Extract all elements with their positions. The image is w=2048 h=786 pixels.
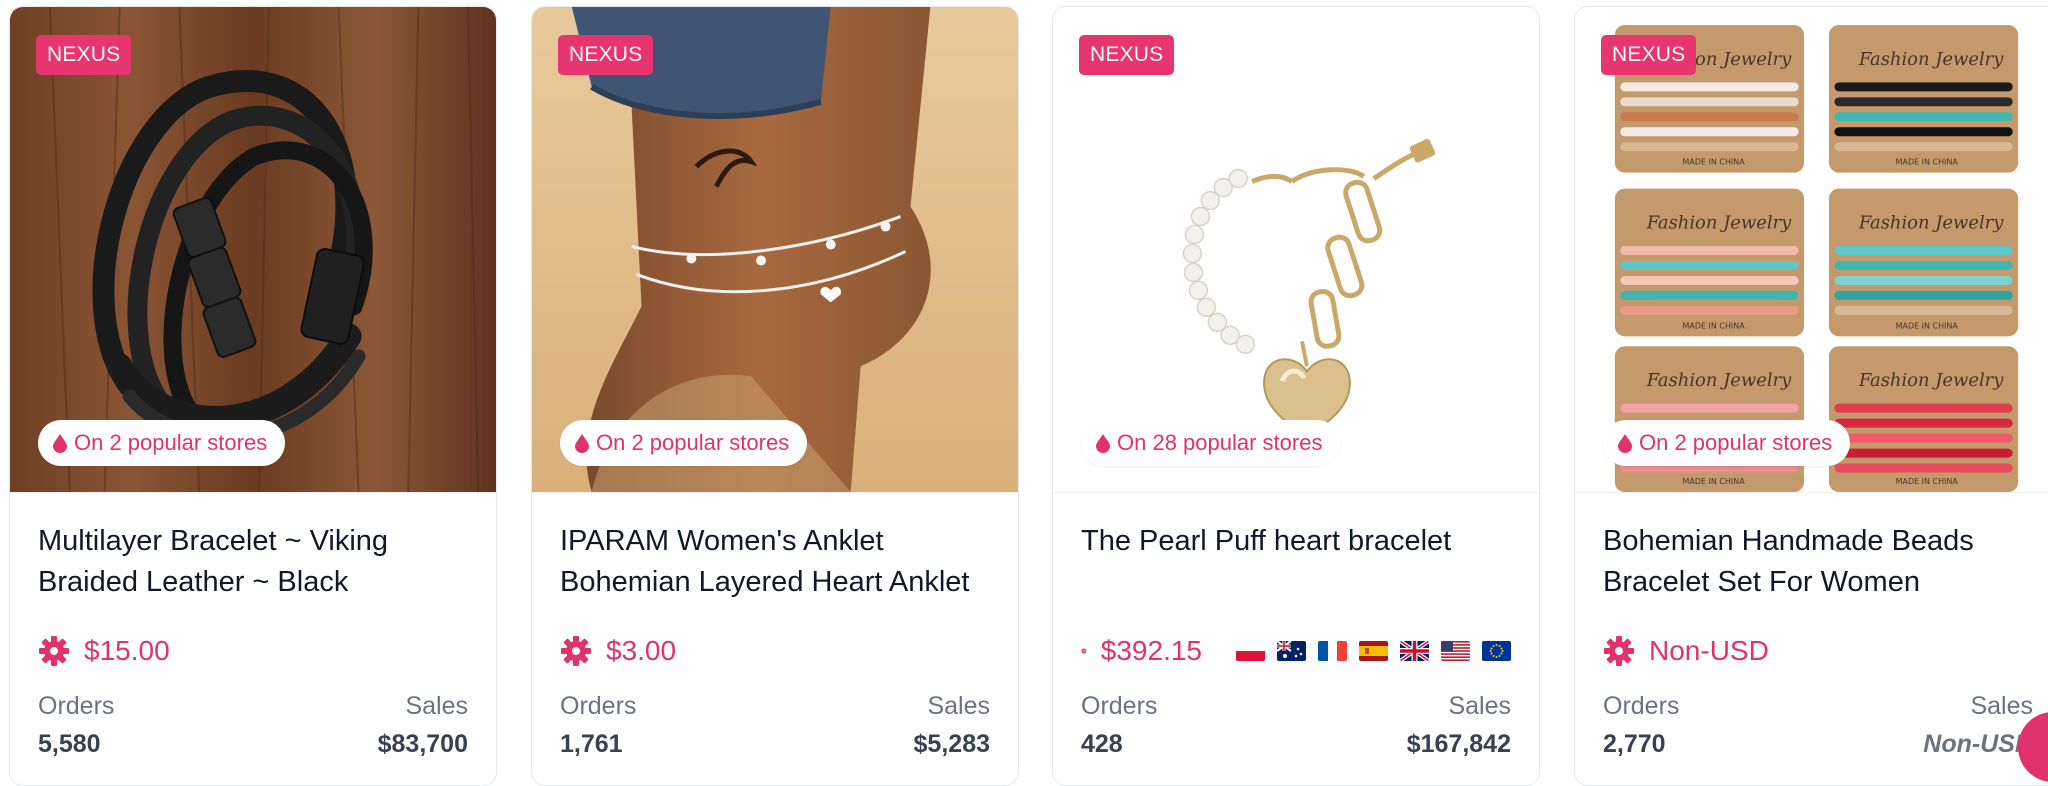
product-card[interactable]: Fashion Jewelry Fashion Jewelry Fashion … — [1574, 6, 2048, 786]
sales-value: Non-USD — [1923, 730, 2033, 758]
country-flags — [1236, 641, 1511, 661]
orders-label: Orders — [38, 692, 115, 720]
product-card[interactable]: NEXUS On 2 popular stores Multilayer Bra… — [9, 6, 497, 786]
product-image[interactable]: Fashion Jewelry Fashion Jewelry Fashion … — [1575, 7, 2048, 493]
product-title[interactable]: Bohemian Handmade Beads Bracelet Set For… — [1603, 521, 2033, 603]
store-badge: NEXUS — [1601, 35, 1697, 75]
usa-flag-icon — [1441, 641, 1470, 661]
card-label: Fashion Jewelry — [1646, 213, 1792, 234]
product-stats: Orders 1,761 Sales $5,283 — [560, 689, 990, 763]
product-card[interactable]: NEXUS On 28 popular stores The Pearl Puf… — [1052, 6, 1540, 786]
spain-flag-icon — [1359, 641, 1388, 661]
gear-icon — [561, 636, 591, 666]
flame-icon — [53, 434, 67, 453]
orders-label: Orders — [1081, 692, 1158, 720]
sales-value: $167,842 — [1406, 730, 1511, 758]
store-badge: NEXUS — [1079, 35, 1175, 75]
popular-stores-text: On 28 popular stores — [1117, 430, 1323, 455]
product-stats: Orders 5,580 Sales $83,700 — [38, 689, 468, 763]
product-title[interactable]: Multilayer Bracelet ~ Viking Braided Lea… — [38, 521, 468, 603]
sales-value: $5,283 — [913, 730, 990, 758]
card-label: Fashion Jewelry — [1858, 213, 2004, 234]
card-footnote: MADE IN CHINA — [1896, 158, 1959, 167]
gear-icon — [39, 636, 69, 666]
product-price: Non-USD — [1649, 635, 1769, 666]
sales-label: Sales — [1448, 692, 1511, 720]
orders-label: Orders — [1603, 692, 1680, 720]
store-badge: NEXUS — [558, 35, 654, 75]
orders-label: Orders — [560, 692, 637, 720]
card-label: Fashion Jewelry — [1646, 370, 1792, 391]
product-grid: NEXUS On 2 popular stores Multilayer Bra… — [0, 0, 2048, 786]
product-price: $3.00 — [606, 635, 677, 666]
orders-value: 428 — [1081, 730, 1123, 758]
product-stats: Orders 2,770 Sales Non-USD — [1603, 689, 2033, 763]
card-footnote: MADE IN CHINA — [1683, 321, 1746, 330]
product-stats: Orders 428 Sales $167,842 — [1081, 689, 1511, 763]
popular-stores-pill[interactable]: On 28 popular stores — [1081, 420, 1341, 466]
sales-label: Sales — [1970, 692, 2033, 720]
product-price: $392.15 — [1100, 635, 1202, 666]
card-label: Fashion Jewelry — [1858, 49, 2004, 70]
product-card[interactable]: NEXUS On 2 popular stores IPARAM Women's… — [531, 6, 1019, 786]
popular-stores-text: On 2 popular stores — [74, 430, 268, 455]
eu-flag-icon — [1482, 641, 1511, 661]
flame-icon — [575, 434, 589, 453]
card-footnote: MADE IN CHINA — [1683, 158, 1746, 167]
gear-icon — [1604, 636, 1634, 666]
sales-label: Sales — [405, 692, 468, 720]
flame-icon — [1618, 434, 1632, 453]
france-flag-icon — [1318, 641, 1347, 661]
card-footnote: MADE IN CHINA — [1683, 477, 1746, 486]
sales-label: Sales — [927, 692, 990, 720]
popular-stores-text: On 2 popular stores — [1639, 430, 1833, 455]
orders-value: 1,761 — [560, 730, 623, 758]
product-title[interactable]: IPARAM Women's Anklet Bohemian Layered H… — [560, 521, 990, 603]
product-image[interactable]: NEXUS On 2 popular stores — [532, 7, 1018, 493]
product-image[interactable]: NEXUS On 2 popular stores — [10, 7, 496, 493]
sales-value: $83,700 — [377, 730, 468, 758]
store-badge: NEXUS — [36, 35, 132, 75]
flame-icon — [1096, 434, 1110, 453]
popular-stores-pill[interactable]: On 2 popular stores — [38, 420, 286, 466]
popular-stores-pill[interactable]: On 2 popular stores — [1603, 420, 1851, 466]
poland-flag-icon — [1236, 641, 1265, 661]
uk-flag-icon — [1400, 641, 1429, 661]
product-image[interactable]: NEXUS On 28 popular stores — [1053, 7, 1539, 493]
product-title[interactable]: The Pearl Puff heart bracelet — [1081, 521, 1511, 603]
australia-flag-icon — [1277, 641, 1306, 661]
gear-icon — [1081, 648, 1087, 654]
card-label: Fashion Jewelry — [1858, 370, 2004, 391]
orders-value: 2,770 — [1603, 730, 1666, 758]
popular-stores-pill[interactable]: On 2 popular stores — [560, 420, 808, 466]
card-footnote: MADE IN CHINA — [1896, 321, 1959, 330]
popular-stores-text: On 2 popular stores — [596, 430, 790, 455]
orders-value: 5,580 — [38, 730, 101, 758]
card-footnote: MADE IN CHINA — [1896, 477, 1959, 486]
product-price: $15.00 — [84, 635, 170, 666]
